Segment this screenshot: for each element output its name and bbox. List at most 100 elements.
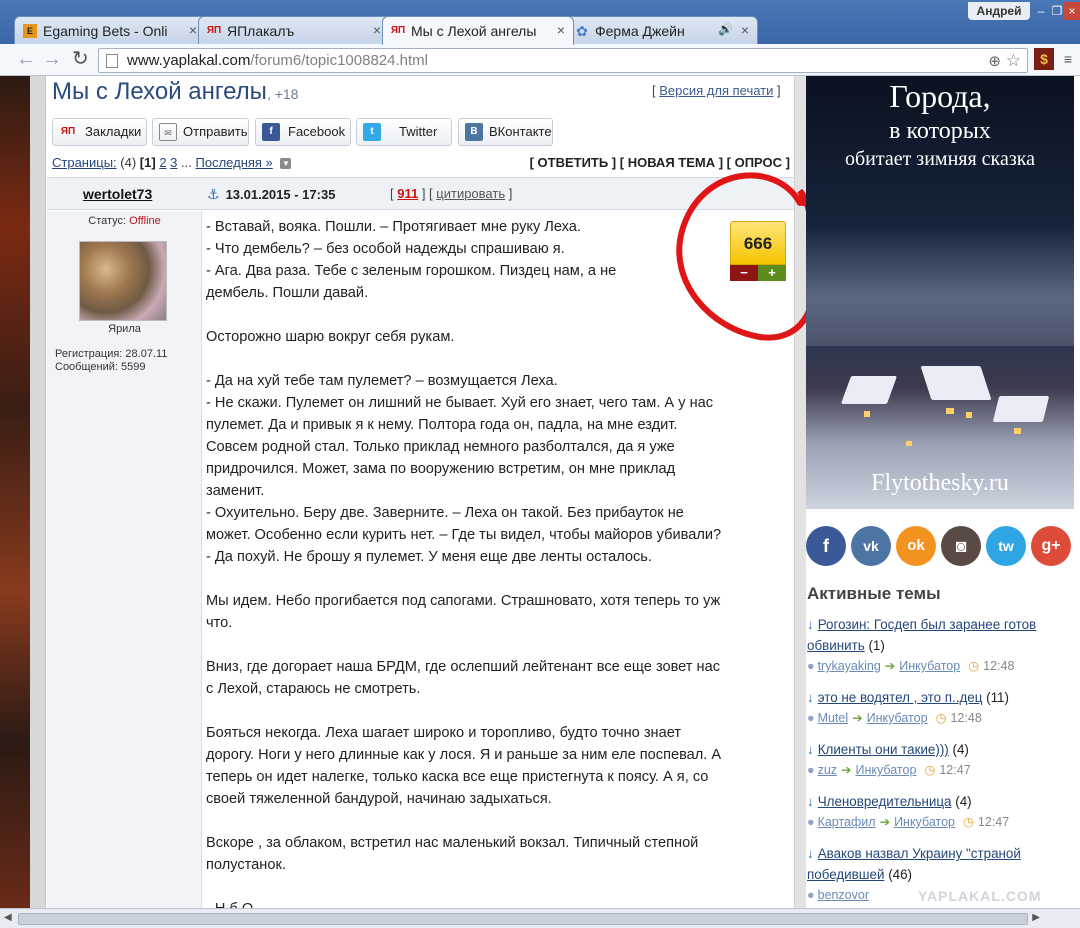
zoom-icon[interactable]: ⊕	[988, 50, 1001, 73]
close-icon[interactable]: ×	[373, 22, 381, 38]
profile-button[interactable]: Андрей	[968, 2, 1030, 20]
clock-icon: ◷	[963, 815, 974, 829]
minimize-button[interactable]: –	[1034, 2, 1048, 20]
post-line: с Лехой, стараюсь не смотреть.	[206, 681, 421, 697]
post-line: - Не скажи. Пулемет он лишний не бывает.…	[206, 395, 714, 411]
pin-icon: ↓	[807, 742, 814, 757]
rate-up-button[interactable]: +	[758, 265, 786, 281]
topic-section[interactable]: Инкубатор	[899, 659, 960, 673]
topic-actions[interactable]: [ ОТВЕТИТЬ ] [ НОВАЯ ТЕМА ] [ ОПРОС ]	[530, 155, 790, 170]
page-link-2[interactable]: 2	[159, 155, 166, 170]
topic-time: 12:48	[950, 711, 982, 725]
topic-link[interactable]: Клиенты они такие)))	[818, 742, 949, 757]
list-item: ↓ это не водятел , это п..дец (11) ● Mutel…	[807, 687, 1075, 729]
reload-icon[interactable]: ↻	[72, 49, 89, 69]
pagination: Страницы: (4) [1] 2 3 ... Последняя » ▼ …	[52, 155, 792, 173]
vk-icon: B	[465, 123, 483, 141]
topic-time: 12:47	[977, 815, 1010, 829]
vk-icon[interactable]: vk	[851, 526, 891, 566]
post-line: Бояться некогда. Леха шагает широко и то…	[206, 725, 682, 741]
pages-ellipsis: ...	[181, 155, 192, 170]
tab-label: Мы с Лехой ангелы	[411, 23, 537, 39]
yaplakal-favicon-icon: ЯП	[390, 25, 406, 36]
left-margin	[30, 76, 46, 908]
menu-icon[interactable]: ≡	[1058, 48, 1078, 70]
page-viewport: Мы с Лехой ангелы, +18 [ Версия для печа…	[0, 76, 1080, 908]
bookmark-star-icon[interactable]: ☆	[1006, 49, 1021, 72]
odnoklassniki-icon[interactable]: ok	[896, 526, 936, 566]
post-rating: 666 − +	[730, 221, 786, 281]
topic-link[interactable]: Членовредительница	[818, 794, 952, 809]
horizontal-scrollbar[interactable]: ◀ ▶	[0, 908, 1080, 928]
scrollbar-thumb[interactable]	[18, 913, 1028, 925]
pages-label[interactable]: Страницы:	[52, 155, 117, 170]
address-bar[interactable]: www.yaplakal.com/forum6/topic1008824.htm…	[98, 48, 1028, 73]
last-page-link[interactable]: Последняя »	[196, 155, 273, 170]
vk-share-button[interactable]: B ВКонтакте	[458, 118, 553, 146]
topic-user[interactable]: benzovor	[818, 888, 869, 902]
back-arrow-icon[interactable]: ←	[16, 49, 36, 69]
author-link[interactable]: wertolet73	[83, 186, 152, 202]
send-button[interactable]: ✉ Отправить	[152, 118, 249, 146]
instagram-icon[interactable]: ◙	[941, 526, 981, 566]
user-icon: ●	[807, 888, 815, 902]
post-number-link[interactable]: 911	[397, 186, 418, 201]
tab-label: Egaming Bets - Onli	[43, 23, 168, 39]
ad-subheadline-2: обитает зимняя сказка	[844, 148, 1036, 170]
bookmarks-button[interactable]: ЯП Закладки	[52, 118, 147, 146]
arrow-right-icon: ➔	[852, 711, 863, 725]
twitter-icon[interactable]: tw	[986, 526, 1026, 566]
user-icon: ●	[807, 659, 815, 673]
user-icon: ●	[807, 711, 815, 725]
close-window-button[interactable]: ×	[1064, 2, 1080, 20]
post-line: Осторожно шарю вокруг себя рукам.	[206, 329, 455, 345]
topic-section[interactable]: Инкубатор	[856, 763, 917, 777]
topic-user[interactable]: zuz	[818, 763, 837, 777]
facebook-share-button[interactable]: f Facebook	[255, 118, 351, 146]
tab-egaming[interactable]: E Egaming Bets - Onli ×	[14, 16, 206, 44]
page-link-3[interactable]: 3	[170, 155, 177, 170]
close-icon[interactable]: ×	[557, 22, 565, 38]
topic-section[interactable]: Инкубатор	[894, 815, 955, 829]
egaming-favicon-icon: E	[23, 24, 37, 38]
rate-down-button[interactable]: −	[730, 265, 758, 281]
facebook-icon[interactable]: f	[806, 526, 846, 566]
forward-arrow-icon[interactable]: →	[42, 49, 62, 69]
site-watermark: YAPLAKAL.COM	[918, 888, 1042, 904]
topic-link[interactable]: Рогозин: Госдеп был заранее готов обвини…	[807, 617, 1036, 653]
print-version-link[interactable]: Версия для печати	[659, 83, 773, 98]
scroll-right-icon[interactable]: ▶	[1032, 912, 1040, 923]
topic-user[interactable]: Mutel	[818, 711, 849, 725]
avatar[interactable]	[79, 241, 167, 321]
cite-link[interactable]: цитировать	[436, 186, 505, 201]
maximize-button[interactable]: ❐	[1050, 2, 1064, 20]
tab-topic[interactable]: ЯП Мы с Лехой ангелы ×	[382, 16, 574, 45]
post-body: - Вставай, вояка. Пошли. – Протягивает м…	[206, 216, 792, 908]
close-icon[interactable]: ×	[741, 22, 749, 38]
advertisement-banner[interactable]: Города, в которых обитает зимняя сказка …	[806, 76, 1074, 509]
envelope-icon: ✉	[159, 123, 177, 141]
twitter-share-button[interactable]: t Twitter	[356, 118, 452, 146]
pages-count: (4)	[120, 155, 137, 170]
scroll-left-icon[interactable]: ◀	[4, 912, 12, 923]
google-plus-icon[interactable]: g+	[1031, 526, 1071, 566]
topic-link[interactable]: это не водятел , это п..дец	[818, 690, 983, 705]
anchor-icon[interactable]: ⚓	[207, 186, 220, 202]
topic-user[interactable]: Картафил	[818, 815, 876, 829]
chevron-down-icon[interactable]: ▼	[280, 158, 292, 170]
close-icon[interactable]: ×	[189, 22, 197, 38]
post-line: - Да на хуй тебе там пулемет? – возмущае…	[206, 373, 558, 389]
extension-icon[interactable]: $	[1034, 48, 1054, 70]
tab-farm[interactable]: ✿ Ферма Джейн 🔊 ×	[566, 16, 758, 44]
url-path: /forum6/topic1008824.html	[250, 52, 428, 69]
topic-user[interactable]: trykayaking	[818, 659, 881, 673]
post-line: дембель. Пошли давай.	[206, 285, 369, 301]
topic-section[interactable]: Инкубатор	[867, 711, 928, 725]
topic-link[interactable]: Аваков назвал Украину "страной победивше…	[807, 846, 1021, 882]
tab-yaplakal[interactable]: ЯП ЯПлакалъ ×	[198, 16, 390, 44]
pin-icon: ↓	[807, 690, 814, 705]
pin-icon: ↓	[807, 794, 814, 809]
send-label: Отправить	[183, 124, 248, 139]
